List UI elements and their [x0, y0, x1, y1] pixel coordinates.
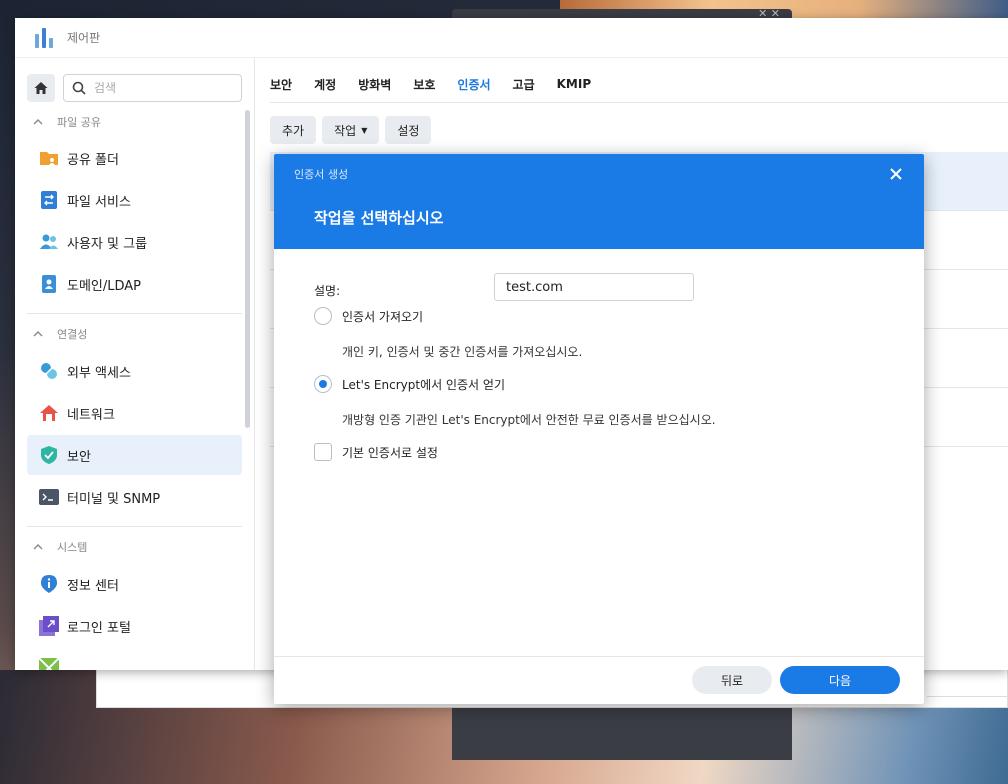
action-button[interactable]: 작업 ▼ — [322, 116, 380, 144]
dialog-heading: 작업을 선택하십시오 — [314, 209, 444, 227]
section-header-system[interactable]: 시스템 — [27, 535, 87, 559]
home-button[interactable] — [27, 74, 55, 102]
file-services-icon — [39, 190, 59, 210]
section-label: 연결성 — [57, 328, 88, 341]
terminal-icon — [39, 487, 59, 507]
sidebar-item-label: 로그인 포털 — [67, 620, 131, 636]
sidebar-item-label: 사용자 및 그룹 — [67, 236, 148, 252]
tab-security[interactable]: 보안 — [270, 76, 292, 95]
sidebar-item-network[interactable]: 네트워크 — [27, 393, 242, 433]
caret-down-icon: ▼ — [361, 125, 368, 135]
sidebar-item-label: 외부 액세스 — [67, 365, 131, 381]
create-certificate-dialog: 인증서 생성 작업을 선택하십시오 설명: 인증서 가져오기 개인 키, 인증서… — [274, 154, 924, 704]
sidebar-item-label: 보안 — [67, 449, 91, 465]
sidebar-item-security[interactable]: 보안 — [27, 435, 242, 475]
dialog-footer: 뒤로 다음 — [274, 656, 924, 704]
divider — [27, 313, 242, 314]
sidebar-item-label: 네트워크 — [67, 407, 115, 423]
network-house-icon — [39, 403, 59, 423]
sidebar-item-label: 정보 센터 — [67, 578, 119, 594]
sidebar-item-file-services[interactable]: 파일 서비스 — [27, 180, 242, 220]
chevron-up-icon — [33, 331, 43, 337]
radio-import[interactable] — [314, 307, 332, 325]
home-icon — [34, 82, 48, 94]
description-input[interactable] — [494, 273, 694, 301]
domain-icon — [39, 274, 59, 294]
option-label: 기본 인증서로 설정 — [342, 445, 438, 460]
region-icon — [39, 658, 59, 670]
default-certificate-checkbox[interactable] — [314, 443, 332, 461]
sidebar-item-shared-folder[interactable]: 공유 폴더 — [27, 138, 242, 178]
settings-button[interactable]: 설정 — [385, 116, 432, 144]
window-title: 제어판 — [67, 31, 101, 45]
external-access-icon — [39, 361, 59, 381]
divider — [270, 102, 1008, 103]
info-icon — [39, 574, 59, 594]
dialog-title: 인증서 생성 — [294, 168, 349, 181]
back-button[interactable]: 뒤로 — [692, 666, 772, 694]
folder-icon — [39, 148, 59, 168]
button-label: 추가 — [282, 123, 305, 138]
login-portal-icon — [39, 616, 59, 636]
tab-firewall[interactable]: 방화벽 — [358, 76, 391, 95]
search-icon — [72, 81, 86, 95]
button-label: 작업 — [334, 123, 357, 138]
option-set-default[interactable]: 기본 인증서로 설정 — [314, 443, 438, 461]
sidebar-item-label: 공유 폴더 — [67, 152, 119, 168]
option-description: 개방형 인증 기관인 Let's Encrypt에서 안전한 무료 인증서를 받… — [342, 413, 716, 427]
sidebar-item-users-groups[interactable]: 사용자 및 그룹 — [27, 222, 242, 262]
section-header-connectivity[interactable]: 연결성 — [27, 322, 87, 346]
control-panel-icon — [33, 26, 57, 50]
tab-account[interactable]: 계정 — [314, 76, 336, 95]
section-header-file-sharing[interactable]: 파일 공유 — [27, 110, 101, 134]
sidebar-item-terminal-snmp[interactable]: 터미널 및 SNMP — [27, 477, 242, 517]
sidebar: 파일 공유 공유 폴더 파일 서비스 사용자 및 그룹 도메인/LDAP — [15, 58, 255, 670]
section-label: 파일 공유 — [57, 116, 101, 129]
tab-protection[interactable]: 보호 — [413, 76, 435, 95]
button-label: 설정 — [397, 123, 420, 138]
close-icon[interactable] — [888, 166, 904, 182]
chevron-up-icon — [33, 544, 43, 550]
next-button[interactable]: 다음 — [780, 666, 900, 694]
sidebar-item-label: 파일 서비스 — [67, 194, 131, 210]
sidebar-item-label: 도메인/LDAP — [67, 278, 142, 294]
option-description: 개인 키, 인증서 및 중간 인증서를 가져오십시오. — [342, 345, 583, 359]
description-label: 설명: — [314, 284, 341, 298]
search-input[interactable] — [94, 81, 234, 95]
background-window — [452, 706, 792, 760]
dialog-body: 설명: 인증서 가져오기 개인 키, 인증서 및 중간 인증서를 가져오십시오.… — [274, 249, 924, 656]
sidebar-item-label: 터미널 및 SNMP — [67, 491, 161, 507]
sidebar-scrollbar[interactable] — [245, 110, 250, 428]
window-titlebar[interactable]: 제어판 — [15, 18, 1008, 58]
sidebar-item-login-portal[interactable]: 로그인 포털 — [27, 606, 242, 646]
search-box[interactable] — [63, 74, 242, 102]
sidebar-item-partial[interactable] — [27, 648, 242, 670]
sidebar-item-external-access[interactable]: 외부 액세스 — [27, 351, 242, 391]
divider — [27, 526, 242, 527]
dialog-header: 인증서 생성 작업을 선택하십시오 — [274, 154, 924, 249]
users-icon — [39, 232, 59, 252]
option-letsencrypt[interactable]: Let's Encrypt에서 인증서 얻기 — [314, 375, 505, 393]
shield-icon — [39, 445, 59, 465]
option-import-certificate[interactable]: 인증서 가져오기 — [314, 307, 423, 325]
option-label: 인증서 가져오기 — [342, 309, 424, 324]
tab-bar: 보안 계정 방화벽 보호 인증서 고급 KMIP — [270, 68, 613, 102]
section-label: 시스템 — [57, 541, 88, 554]
sidebar-item-info-center[interactable]: 정보 센터 — [27, 564, 242, 604]
tab-certificate[interactable]: 인증서 — [457, 76, 490, 95]
tab-kmip[interactable]: KMIP — [557, 77, 592, 93]
add-button[interactable]: 추가 — [270, 116, 317, 144]
option-label: Let's Encrypt에서 인증서 얻기 — [342, 377, 505, 392]
toolbar: 추가 작업 ▼ 설정 — [270, 116, 437, 144]
sidebar-item-domain-ldap[interactable]: 도메인/LDAP — [27, 264, 242, 304]
chevron-up-icon — [33, 119, 43, 125]
divider — [927, 696, 1008, 697]
tab-advanced[interactable]: 고급 — [513, 76, 535, 95]
radio-letsencrypt[interactable] — [314, 375, 332, 393]
